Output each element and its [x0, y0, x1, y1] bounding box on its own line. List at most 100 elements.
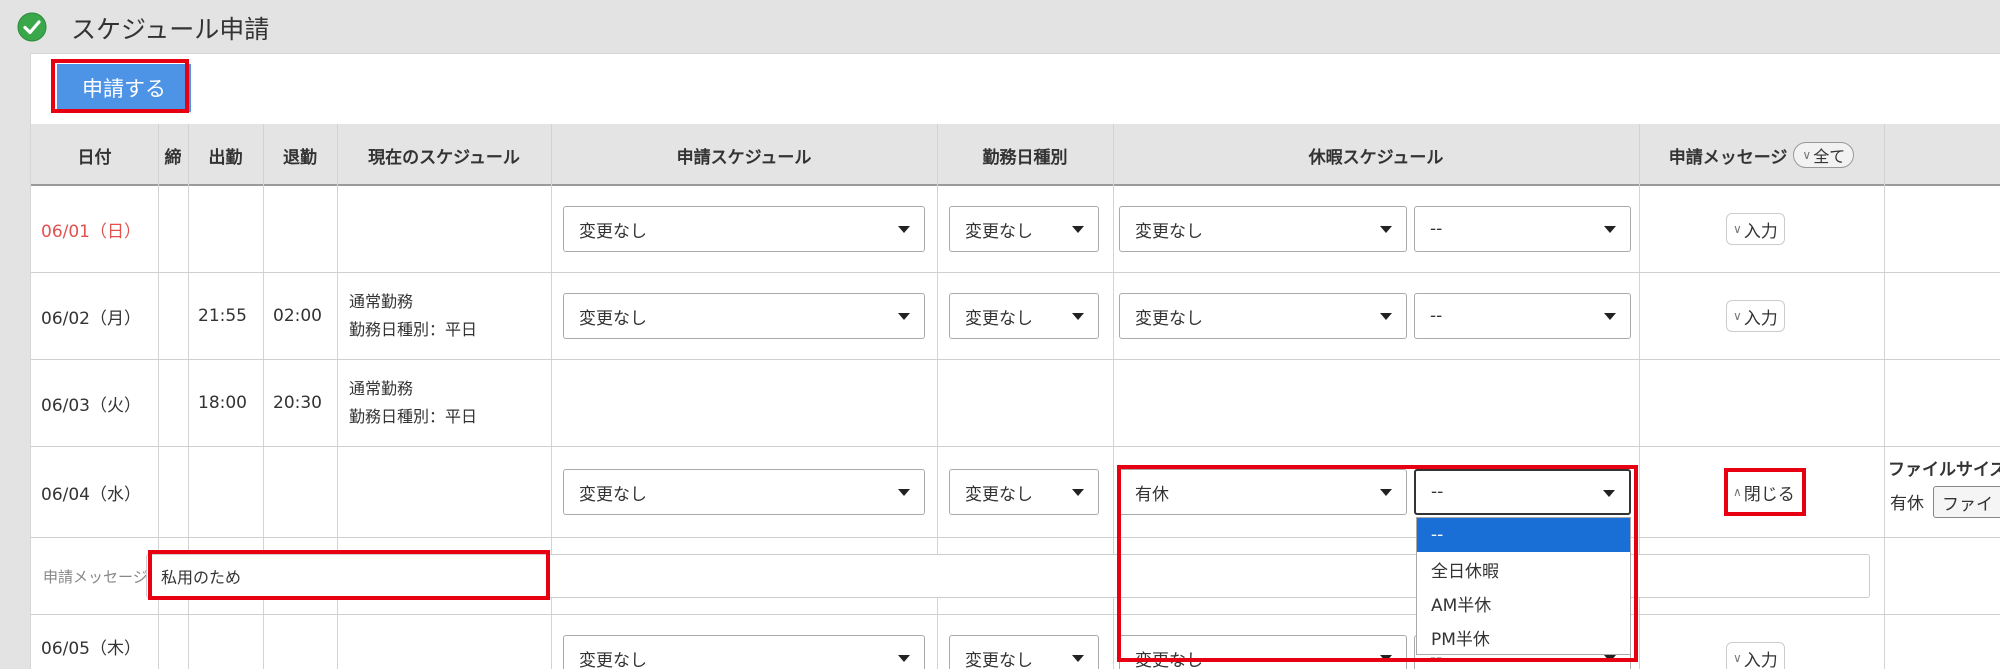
leave-type-select[interactable]: --	[1414, 469, 1631, 515]
row-date: 06/04（水）	[41, 484, 141, 505]
header-date: 日付	[77, 147, 112, 168]
row-date: 06/02（月）	[41, 308, 141, 329]
caret-down-icon	[898, 226, 910, 233]
button-label: 入力	[1743, 221, 1778, 242]
caret-down-icon	[1072, 489, 1084, 496]
header-leave: 休暇スケジュール	[1308, 147, 1444, 168]
schedule-type: 通常勤務	[349, 379, 414, 398]
row-divider	[31, 359, 2000, 360]
header-current: 現在のスケジュール	[368, 147, 520, 168]
request-schedule-select[interactable]: 変更なし	[563, 635, 925, 669]
caret-down-icon	[898, 489, 910, 496]
leave-select[interactable]: 変更なし	[1119, 293, 1407, 339]
chevron-down-icon: ∨	[1802, 148, 1812, 162]
caret-down-icon	[1072, 226, 1084, 233]
daytype-select[interactable]: 変更なし	[949, 635, 1099, 669]
select-value: --	[1430, 306, 1443, 326]
message-close-button[interactable]: ∧ 閉じる	[1727, 476, 1801, 508]
daytype-select[interactable]: 変更なし	[949, 206, 1099, 252]
dropdown-option[interactable]: 全日休暇	[1417, 552, 1630, 586]
leave-type-dropdown: -- 全日休暇 AM半休 PM半休	[1416, 517, 1631, 655]
row-date: 06/05（木）	[41, 638, 141, 659]
header-out: 退勤	[283, 147, 317, 168]
caret-down-icon	[898, 313, 910, 320]
schedule-daytype: 勤務日種別：平日	[349, 320, 478, 339]
col-divider	[1884, 124, 1885, 669]
header-in: 出勤	[208, 147, 243, 168]
select-value: 変更なし	[579, 221, 647, 242]
button-label: 入力	[1743, 308, 1778, 329]
caret-down-icon	[1380, 226, 1392, 233]
message-input-button[interactable]: ∨ 入力	[1726, 642, 1785, 669]
message-input-button[interactable]: ∨ 入力	[1726, 300, 1785, 332]
header-message: 申請メッセージ ∨ 全て	[1639, 124, 1884, 186]
select-value: 変更なし	[965, 650, 1033, 669]
caret-down-icon	[1604, 313, 1616, 320]
row-in-time: 21:55	[198, 306, 247, 326]
select-value: 変更なし	[1135, 650, 1203, 669]
button-label: 入力	[1743, 650, 1778, 669]
schedule-type: 通常勤務	[349, 292, 414, 311]
leave-select[interactable]: 変更なし	[1119, 206, 1407, 252]
caret-down-icon	[1072, 313, 1084, 320]
header-request: 申請スケジュール	[676, 147, 812, 168]
expand-all-button[interactable]: ∨ 全て	[1793, 142, 1855, 168]
dropdown-option[interactable]: --	[1417, 518, 1630, 552]
file-select-button[interactable]: ファイ	[1933, 486, 2000, 518]
request-schedule-select[interactable]: 変更なし	[563, 206, 925, 252]
select-value: 変更なし	[579, 308, 647, 329]
main-panel: 申請する 日付 締 出勤 退勤 現在のスケジュール 申請スケジュール 勤務日種別…	[30, 53, 2000, 669]
caret-down-icon	[898, 655, 910, 662]
dropdown-option[interactable]: AM半休	[1417, 586, 1630, 620]
row-divider	[31, 272, 2000, 273]
dropdown-option[interactable]: PM半休	[1417, 620, 1630, 654]
message-row-label: 申請メッセージ	[43, 568, 148, 586]
select-value: 変更なし	[965, 308, 1033, 329]
page-title: スケジュール申請	[71, 15, 270, 44]
chevron-down-icon: ∨	[1733, 309, 1742, 323]
select-value: 変更なし	[1135, 221, 1203, 242]
row-divider	[31, 614, 2000, 615]
schedule-daytype: 勤務日種別：平日	[349, 407, 478, 426]
row-out-time: 20:30	[273, 393, 322, 413]
caret-down-icon	[1380, 655, 1392, 662]
caret-down-icon	[1072, 655, 1084, 662]
select-value: 変更なし	[965, 484, 1033, 505]
row-in-time: 18:00	[198, 393, 247, 413]
leave-select[interactable]: 変更なし	[1119, 635, 1407, 669]
message-input-button[interactable]: ∨ 入力	[1726, 213, 1785, 245]
request-schedule-select[interactable]: 変更なし	[563, 469, 925, 515]
caret-down-icon	[1604, 226, 1616, 233]
select-value: --	[1431, 482, 1444, 502]
apply-button[interactable]: 申請する	[57, 64, 191, 112]
row-date: 06/01（日）	[41, 221, 141, 242]
select-value: --	[1430, 219, 1443, 239]
select-value: 変更なし	[579, 650, 647, 669]
leave-type-select[interactable]: --	[1414, 206, 1631, 252]
check-circle-icon	[17, 12, 47, 42]
request-schedule-select[interactable]: 変更なし	[563, 293, 925, 339]
daytype-select[interactable]: 変更なし	[949, 293, 1099, 339]
leave-select[interactable]: 有休	[1119, 469, 1407, 515]
row-current-schedule: 通常勤務 勤務日種別：平日	[349, 273, 477, 359]
chevron-up-icon: ∧	[1733, 485, 1742, 499]
caret-down-icon	[1380, 313, 1392, 320]
chevron-down-icon: ∨	[1733, 222, 1742, 236]
row-divider	[31, 537, 2000, 538]
button-label: 閉じる	[1743, 484, 1795, 505]
header-daytype: 勤務日種別	[982, 147, 1068, 168]
row-current-schedule: 通常勤務 勤務日種別：平日	[349, 360, 477, 446]
file-leave-type: 有休	[1890, 493, 1924, 514]
leave-type-select[interactable]: --	[1414, 293, 1631, 339]
select-value: 変更なし	[579, 484, 647, 505]
daytype-select[interactable]: 変更なし	[949, 469, 1099, 515]
row-date: 06/03（火）	[41, 395, 141, 416]
expand-all-label: 全て	[1813, 147, 1846, 166]
header-message-label: 申請メッセージ	[1668, 147, 1788, 168]
caret-down-icon	[1603, 490, 1615, 497]
row-out-time: 02:00	[273, 306, 322, 326]
select-value: 変更なし	[965, 221, 1033, 242]
caret-down-icon	[1380, 489, 1392, 496]
select-value: 有休	[1135, 484, 1169, 505]
select-value: 変更なし	[1135, 308, 1203, 329]
